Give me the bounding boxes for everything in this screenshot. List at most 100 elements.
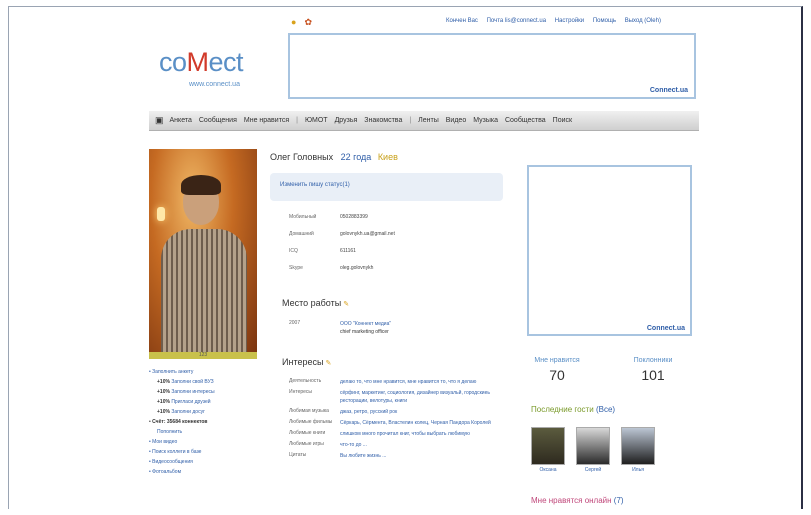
guests-title: Последние гости xyxy=(531,405,594,414)
work-details: ООО "Коннект медиа" chief marketing offi… xyxy=(340,320,391,336)
likes-count: 70 xyxy=(549,367,565,383)
guests-heading: Последние гости (Все) xyxy=(531,405,615,414)
contact-row: ICQ 611161 xyxy=(289,248,395,265)
flower-icon[interactable]: ✿ xyxy=(304,17,320,27)
side-link-photo-album[interactable]: • Фотоальбом xyxy=(149,467,269,477)
contact-label: Мобильный xyxy=(289,214,317,220)
top-ad-banner[interactable]: Connect.ua xyxy=(288,33,696,99)
work-section-title: Место работы ✎ xyxy=(282,298,349,308)
side-link-fill-interests[interactable]: +10% Заполни интересы xyxy=(149,387,269,397)
home-icon[interactable]: ▣ xyxy=(155,115,164,126)
profile-header: Олег Головных 22 года Киев xyxy=(270,152,398,162)
nav-item-dating[interactable]: Знакомства xyxy=(364,117,402,124)
interest-value[interactable]: джаз, ретро, русский рок xyxy=(340,408,397,416)
nav-divider: | xyxy=(296,117,298,124)
work-company-link[interactable]: ООО "Коннект медиа" xyxy=(340,320,391,328)
top-link-4[interactable]: Выход (Oleh) xyxy=(625,18,661,24)
interest-value[interactable]: сёрфинг, маркетинг, социология, дизайнер… xyxy=(340,389,504,405)
top-link-3[interactable]: Помощь xyxy=(593,18,616,24)
fans-label: Поклонники xyxy=(633,357,673,364)
interest-row: Любимые книги слишком много прочитал книг… xyxy=(289,430,504,438)
side-link-fill-leisure[interactable]: +10% Заполни досуг xyxy=(149,407,269,417)
contact-row: Skype oleg.golovnykh xyxy=(289,265,395,282)
side-link-fill-profile[interactable]: • Заполнить анкету xyxy=(149,367,269,377)
top-link-2[interactable]: Настройки xyxy=(555,18,584,24)
sun-icon[interactable]: ● xyxy=(291,17,304,27)
pencil-icon[interactable]: ✎ xyxy=(343,301,349,308)
side-ad-banner[interactable]: Connect.ua xyxy=(527,165,692,336)
nav-item-video[interactable]: Видео xyxy=(446,117,466,124)
nav-item-search[interactable]: Поиск xyxy=(553,117,572,124)
nav-item-communities[interactable]: Сообщества xyxy=(505,117,546,124)
profile-city[interactable]: Киев xyxy=(378,152,398,162)
guest-avatar xyxy=(531,427,565,465)
guest-card[interactable]: Сергей xyxy=(576,427,610,473)
guest-card[interactable]: Илья xyxy=(621,427,655,473)
contact-info: Мобильный 0502883399 Домашний golovnykh.ua… xyxy=(289,214,395,282)
status-change-link[interactable]: Изменить xyxy=(280,182,307,188)
contact-label: ICQ xyxy=(289,248,298,254)
side-link-my-video[interactable]: • Мои видео xyxy=(149,437,269,447)
interest-value[interactable]: Сёркарь, Сёрмента, Властелин колец, Черн… xyxy=(340,419,491,427)
connect-logo[interactable]: coMect www.connect.ua xyxy=(159,47,269,97)
interest-row: Любимая музыка джаз, ретро, русский рок xyxy=(289,408,504,416)
top-links: Кончен Вас Почта lis@connect.ua Настройк… xyxy=(439,18,661,24)
nav-item-likes[interactable]: Мне нравится xyxy=(244,117,289,124)
nav-item-umot[interactable]: ЮМОТ xyxy=(305,117,328,124)
contact-row: Мобильный 0502883399 xyxy=(289,214,395,231)
profile-age[interactable]: 22 года xyxy=(341,152,372,162)
contact-value: oleg.golovnykh xyxy=(340,265,374,271)
nav-item-music[interactable]: Музыка xyxy=(473,117,498,124)
side-link-invite-friends[interactable]: +10% Пригласи друзей xyxy=(149,397,269,407)
interest-value[interactable]: Вы любите жизнь ... xyxy=(340,452,386,460)
side-banner-tag: Connect.ua xyxy=(646,325,685,332)
guest-card[interactable]: Оксана xyxy=(531,427,565,473)
pencil-icon[interactable]: ✎ xyxy=(325,360,331,367)
guest-name: Оксана xyxy=(539,467,557,473)
nav-item-friends[interactable]: Друзья xyxy=(335,117,358,124)
interest-label: Деятельность xyxy=(289,378,322,384)
profile-side-links: • Заполнить анкету +10% Заполни свой ВУЗ… xyxy=(149,367,269,477)
interest-row: Любимые игры что-то до ... xyxy=(289,441,504,449)
contact-label: Домашний xyxy=(289,231,314,237)
photo-body xyxy=(161,229,247,352)
banner-tag: Connect.ua xyxy=(649,87,688,94)
nav-item-feeds[interactable]: Ленты xyxy=(418,117,439,124)
interest-label: Любимая музыка xyxy=(289,408,329,414)
nav-item-profile[interactable]: Анкета xyxy=(170,117,192,124)
work-position: chief marketing officer xyxy=(340,329,389,335)
interest-label: Цитаты xyxy=(289,452,307,458)
interest-row: Любимые фильмы Сёркарь, Сёрмента, Властел… xyxy=(289,419,504,427)
interest-value[interactable]: слишком много прочитал книг, чтобы выбра… xyxy=(340,430,470,438)
side-balance: • Счёт: 35684 коннектов xyxy=(149,419,208,425)
interests-title: Интересы xyxy=(282,357,324,367)
contact-value: 611161 xyxy=(340,248,356,254)
top-status-icons: ●✿ xyxy=(291,17,320,28)
fans-stat[interactable]: Поклонники 101 xyxy=(621,357,685,383)
nav-item-messages[interactable]: Сообщения xyxy=(199,117,237,124)
side-link-topup[interactable]: Пополнить xyxy=(149,427,269,437)
interest-label: Любимые фильмы xyxy=(289,419,333,425)
top-link-1[interactable]: Почта lis@connect.ua xyxy=(487,18,546,24)
online-likes-title[interactable]: Мне нравятся онлайн xyxy=(531,496,612,505)
profile-photo[interactable] xyxy=(149,149,257,352)
top-link-0[interactable]: Кончен Вас xyxy=(446,18,478,24)
interest-row: Цитаты Вы любите жизнь ... xyxy=(289,452,504,460)
interest-value[interactable]: что-то до ... xyxy=(340,441,367,449)
interest-label: Интересы xyxy=(289,389,313,395)
nav-divider: | xyxy=(409,117,412,124)
likes-label: Мне нравится xyxy=(534,357,580,364)
guest-name: Сергей xyxy=(584,467,602,473)
status-text: пишу статус(1) xyxy=(308,182,350,188)
side-link-video-messages[interactable]: • Видеосообщения xyxy=(149,457,269,467)
guests-all-link[interactable]: (Все) xyxy=(596,405,615,414)
online-likes-heading: Мне нравятся онлайн (7) xyxy=(531,496,624,505)
interest-value[interactable]: делаю то, что мне нравится, мне нравится… xyxy=(340,378,476,386)
side-link-find-colleague[interactable]: • Поиск коллеги в базе xyxy=(149,447,269,457)
side-link-fill-university[interactable]: +10% Заполни свой ВУЗ xyxy=(149,377,269,387)
contact-row: Домашний golovnykh.ua@gmail.net xyxy=(289,231,395,248)
photo-lamp xyxy=(157,207,165,221)
guest-avatar xyxy=(576,427,610,465)
likes-stat[interactable]: Мне нравится 70 xyxy=(525,357,589,383)
interest-label: Любимые книги xyxy=(289,430,326,436)
